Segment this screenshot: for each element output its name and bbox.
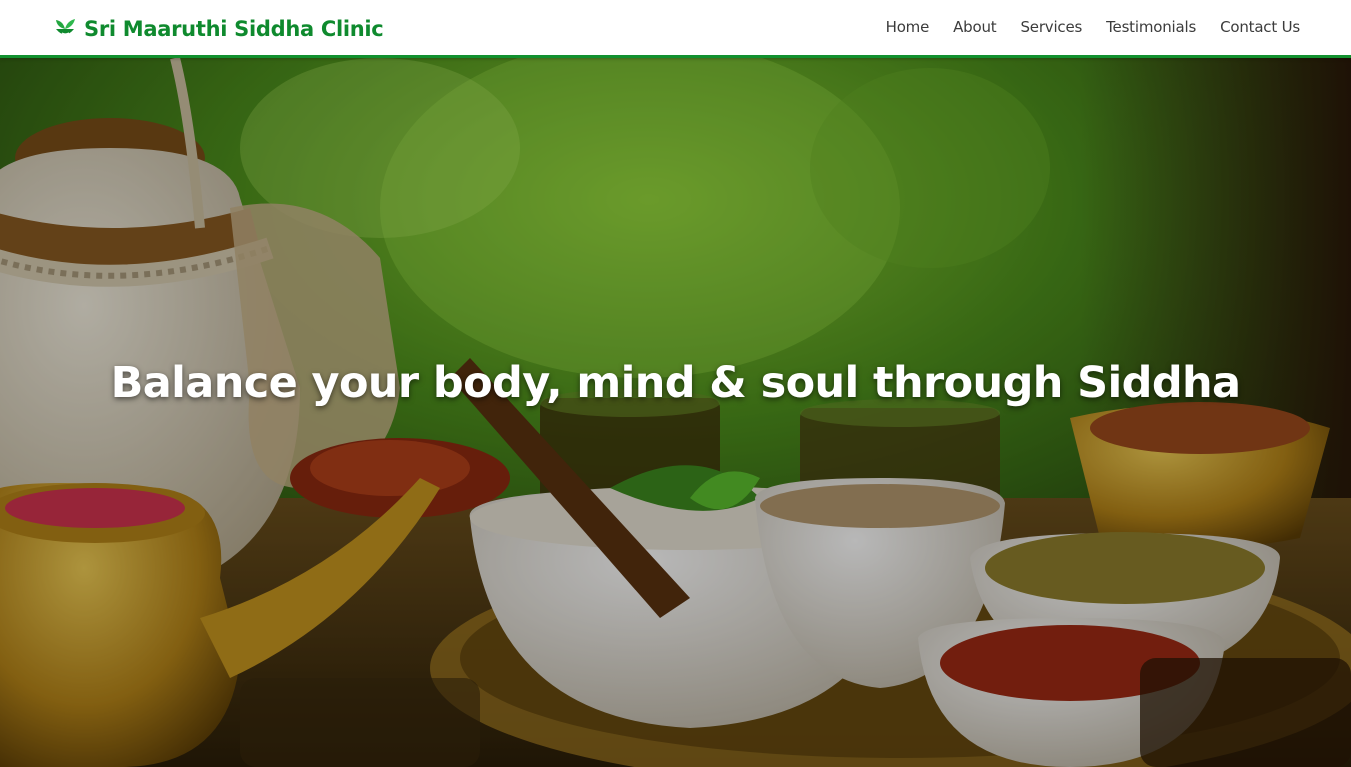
herbal-leaf-icon <box>56 19 75 35</box>
nav-services-link[interactable]: Services <box>1020 18 1082 36</box>
navbar: Sri Maaruthi Siddha Clinic Home About Se… <box>0 0 1351 58</box>
main-nav: Home About Services Testimonials Contact… <box>886 17 1301 36</box>
brand-name: Sri Maaruthi Siddha Clinic <box>84 17 384 41</box>
hero-section: Balance your body, mind & soul through S… <box>0 58 1351 767</box>
hero-title: Balance your body, mind & soul through S… <box>110 358 1241 408</box>
nav-contact-link[interactable]: Contact Us <box>1220 18 1300 36</box>
brand-logo-link[interactable]: Sri Maaruthi Siddha Clinic <box>52 14 384 44</box>
nav-about-link[interactable]: About <box>953 18 997 36</box>
nav-home-link[interactable]: Home <box>886 18 930 36</box>
nav-testimonials-link[interactable]: Testimonials <box>1106 18 1196 36</box>
hero-dark-overlay <box>0 58 1351 767</box>
